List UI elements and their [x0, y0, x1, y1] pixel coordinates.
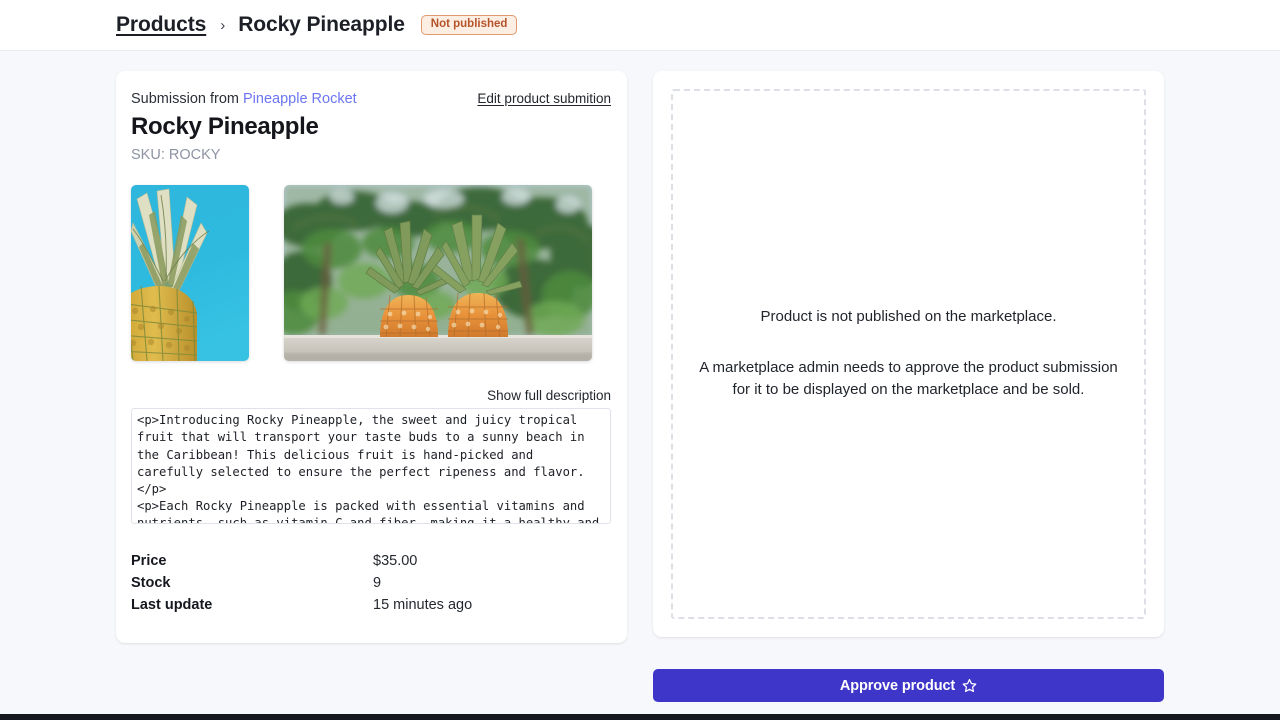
product-image-pineapple-on-blue-sky[interactable] [131, 185, 249, 362]
submission-from-label: Submission from [131, 91, 239, 107]
detail-value-last-update: 15 minutes ago [373, 597, 473, 614]
chevron-right-icon: › [220, 16, 226, 34]
product-submission-page: Products › Rocky Pineapple Not published… [0, 0, 1280, 720]
approval-instructions: A marketplace admin needs to approve the… [699, 358, 1118, 398]
breadcrumb-link-products[interactable]: Products [116, 13, 206, 37]
detail-label-price: Price [131, 553, 167, 570]
product-title: Rocky Pineapple [131, 113, 319, 140]
publish-status-card: Product is not published on the marketpl… [653, 71, 1164, 637]
footer-strip [0, 714, 1280, 720]
submission-card: Submission from Pineapple Rocket Edit pr… [116, 71, 627, 644]
submission-header-row: Submission from Pineapple Rocket Edit pr… [131, 91, 611, 107]
vendor-link[interactable]: Pineapple Rocket [243, 91, 357, 107]
product-description-text: <p>Introducing Rocky Pineapple, the swee… [137, 413, 600, 525]
page-body: Submission from Pineapple Rocket Edit pr… [0, 51, 1280, 720]
unpublished-placeholder: Product is not published on the marketpl… [671, 89, 1146, 619]
show-full-description-toggle[interactable]: Show full description [131, 388, 611, 403]
page-title: Rocky Pineapple [238, 13, 405, 36]
page-header: Products › Rocky Pineapple Not published [0, 0, 1280, 51]
approve-product-button-label: Approve product [839, 677, 956, 694]
table-row: Stock 9 [131, 575, 611, 597]
detail-value-stock: 9 [373, 575, 382, 592]
product-sku: SKU: ROCKY [131, 147, 221, 164]
product-details-table: Price $35.00 Stock 9 Last update 15 minu… [131, 553, 611, 619]
not-published-message: Product is not published on the marketpl… [760, 307, 1057, 325]
star-outline-icon [962, 678, 977, 693]
detail-value-price: $35.00 [373, 553, 418, 570]
product-image-two-pineapples-palm-trees[interactable] [284, 185, 592, 362]
publish-status-column: Product is not published on the marketpl… [653, 71, 1164, 702]
detail-label-stock: Stock [131, 575, 171, 592]
detail-label-last-update: Last update [131, 597, 213, 614]
table-row: Price $35.00 [131, 553, 611, 575]
status-badge: Not published [420, 14, 518, 36]
submission-source: Submission from Pineapple Rocket [131, 91, 357, 107]
breadcrumb: Products › Rocky Pineapple Not published [116, 13, 518, 37]
table-row: Last update 15 minutes ago [131, 597, 611, 619]
product-image-gallery [131, 185, 611, 362]
approve-product-button[interactable]: Approve product [653, 669, 1164, 702]
product-description-box[interactable]: <p>Introducing Rocky Pineapple, the swee… [131, 408, 611, 525]
edit-product-submission-link[interactable]: Edit product submition [477, 91, 611, 106]
